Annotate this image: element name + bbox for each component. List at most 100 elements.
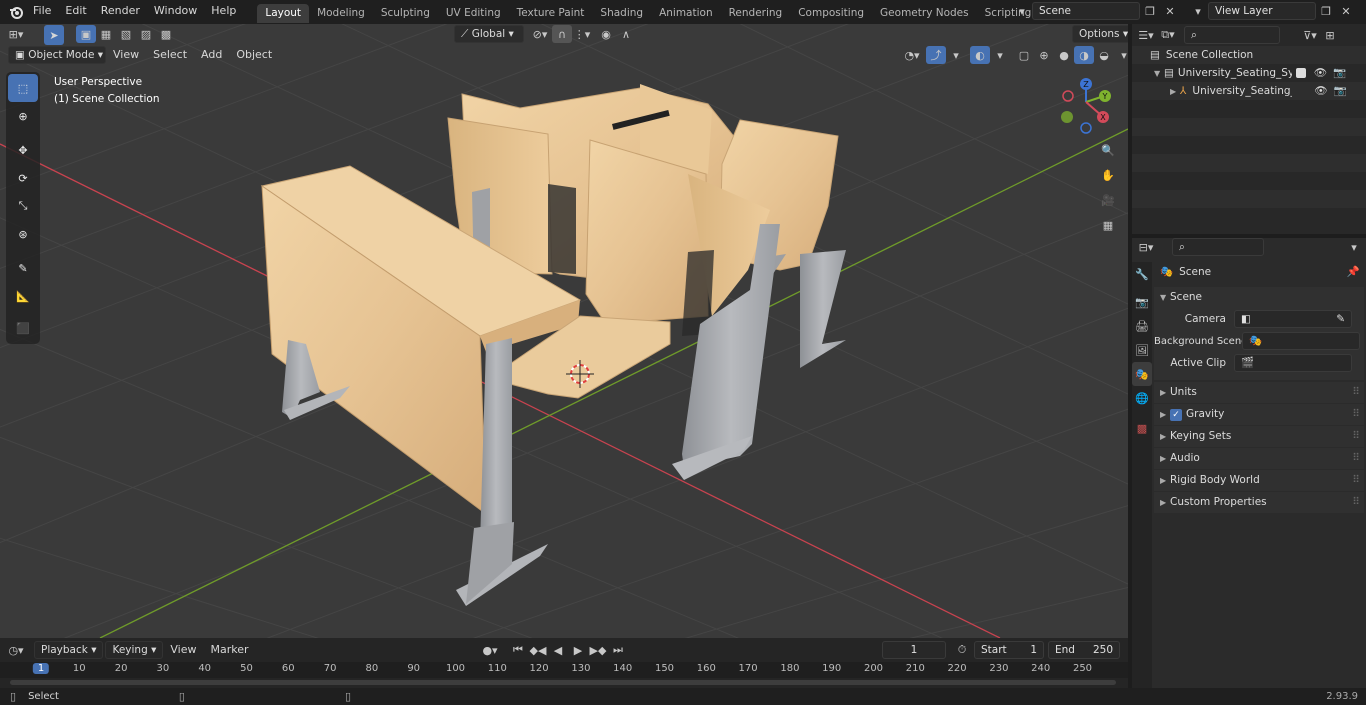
record-icon[interactable]: ●▾ — [480, 641, 500, 659]
keying-sets-panel-header[interactable]: ▶ Keying Sets ⠿ — [1154, 426, 1364, 447]
rotate-tool-icon[interactable]: ⟳ — [8, 164, 38, 192]
outliner-search-input[interactable]: ⌕ — [1184, 26, 1280, 44]
stopwatch-icon[interactable]: ⏱ — [952, 641, 972, 659]
viewport-menu-add[interactable]: Add — [194, 46, 229, 64]
select-extend-icon[interactable]: ▦ — [96, 25, 116, 43]
orientation-dropdown[interactable]: ⟋ Global ▾ — [454, 25, 524, 43]
viewport-menu-select[interactable]: Select — [146, 46, 194, 64]
timeline-scrollbar[interactable] — [10, 680, 1116, 685]
play-icon[interactable]: ▶ — [568, 641, 588, 659]
scene-section-header[interactable]: ▼ Scene — [1154, 287, 1364, 308]
select-new-icon[interactable]: ▣ — [76, 25, 96, 43]
properties-search-input[interactable]: ⌕ — [1172, 238, 1264, 256]
new-scene-icon[interactable]: ❐ — [1140, 2, 1160, 20]
end-frame-field[interactable]: End 250 — [1048, 641, 1120, 659]
annotate-tool-icon[interactable]: ✎ — [8, 254, 38, 282]
tab-animation[interactable]: Animation — [651, 4, 721, 23]
zoom-icon[interactable]: 🔍 — [1096, 138, 1120, 162]
select-subtract-icon[interactable]: ▧ — [116, 25, 136, 43]
new-view-layer-icon[interactable]: ❐ — [1316, 2, 1336, 20]
view-layer-field[interactable]: View Layer — [1208, 2, 1316, 20]
tab-modeling[interactable]: Modeling — [309, 4, 373, 23]
gizmo-dropdown-icon[interactable]: ▾ — [946, 46, 966, 64]
world-tab-icon[interactable]: 🌐 — [1132, 386, 1152, 410]
gravity-panel-header[interactable]: ▶ ✓ Gravity ⠿ — [1154, 404, 1364, 425]
object-render-camera-icon[interactable]: 📷 — [1334, 81, 1347, 102]
render-tab-icon[interactable]: 📷 — [1132, 290, 1152, 314]
properties-editor-icon[interactable]: ⊟▾ — [1136, 238, 1156, 256]
editor-type-icon[interactable]: ⊞▾ — [6, 25, 26, 43]
filter-icon[interactable]: ⊽▾ — [1300, 26, 1320, 44]
view-layer-tab-icon[interactable]: 🖼 — [1132, 338, 1152, 362]
drag-handle-icon[interactable]: ⠿ — [1352, 470, 1360, 491]
delete-scene-icon[interactable]: ✕ — [1160, 2, 1180, 20]
proportional-edit-icon[interactable]: ◉ — [596, 25, 616, 43]
output-tab-icon[interactable]: 🖨 — [1132, 314, 1152, 338]
overlay-dropdown-icon[interactable]: ▾ — [990, 46, 1010, 64]
tab-sculpting[interactable]: Sculpting — [373, 4, 438, 23]
measure-tool-icon[interactable]: 📐 — [8, 282, 38, 310]
tab-shading[interactable]: Shading — [592, 4, 651, 23]
pan-hand-icon[interactable]: ✋ — [1096, 163, 1120, 187]
tab-uv-editing[interactable]: UV Editing — [438, 4, 509, 23]
timeline-menu-marker[interactable]: Marker — [203, 641, 255, 659]
drag-handle-icon[interactable]: ⠿ — [1352, 404, 1360, 425]
texture-tab-icon[interactable]: ▩ — [1132, 416, 1152, 440]
editor-type-selector[interactable]: ⊞▾ — [6, 25, 26, 43]
move-tool-icon[interactable]: ✥ — [8, 136, 38, 164]
material-shading-icon[interactable]: ◑ — [1074, 46, 1094, 64]
select-box-tool-icon[interactable]: ⬚ — [8, 74, 38, 102]
select-tool-toggle[interactable]: ➤ — [44, 25, 64, 45]
gravity-checkbox[interactable]: ✓ — [1170, 408, 1182, 421]
tab-rendering[interactable]: Rendering — [721, 4, 791, 23]
exclude-checkbox-icon[interactable] — [1295, 68, 1306, 78]
shading-dropdown-icon[interactable]: ▾ — [1114, 46, 1128, 64]
transform-tool-icon[interactable]: ⊛ — [8, 220, 38, 248]
rigid-body-panel-header[interactable]: ▶ Rigid Body World ⠿ — [1154, 470, 1364, 491]
jump-end-icon[interactable]: ⏭ — [608, 641, 628, 659]
xray-icon[interactable]: ▢ — [1014, 46, 1034, 64]
scale-tool-icon[interactable]: ⤡ — [8, 192, 38, 220]
properties-options-icon[interactable]: ▾ — [1344, 238, 1364, 256]
gizmo-toggle-icon[interactable]: ⤴ — [926, 46, 946, 64]
expand-right-icon[interactable]: ▶ — [1170, 81, 1180, 102]
outliner-row-collection[interactable]: ▼ ▤ University_Seating_System_S 👁 📷 — [1132, 64, 1366, 82]
expand-down-icon[interactable]: ▼ — [1154, 63, 1164, 84]
drag-handle-icon[interactable]: ⠿ — [1352, 492, 1360, 513]
select-invert-icon[interactable]: ▨ — [136, 25, 156, 43]
snap-target-icon[interactable]: ⋮▾ — [572, 25, 592, 43]
object-visibility-eye-icon[interactable]: 👁 — [1314, 81, 1327, 102]
scene-icon[interactable]: ▾ — [1012, 2, 1032, 20]
menu-render[interactable]: Render — [94, 0, 147, 24]
drag-handle-icon[interactable]: ⠿ — [1352, 448, 1360, 469]
menu-help[interactable]: Help — [204, 0, 243, 24]
keying-menu[interactable]: Keying ▾ — [105, 641, 164, 659]
menu-file[interactable]: File — [26, 0, 58, 24]
tab-geometry-nodes[interactable]: Geometry Nodes — [872, 4, 977, 23]
viewport-menu-object[interactable]: Object — [229, 46, 279, 64]
wireframe-shading-icon[interactable]: ⊕ — [1034, 46, 1054, 64]
overlay-toggle-icon[interactable]: ◐ — [970, 46, 990, 64]
falloff-icon[interactable]: ∧ — [616, 25, 636, 43]
tool-tab-icon[interactable]: 🔧 — [1132, 262, 1152, 286]
background-scene-field[interactable]: 🎭 — [1242, 332, 1360, 350]
display-mode-icon[interactable]: ⧉▾ — [1158, 26, 1178, 44]
menu-window[interactable]: Window — [147, 0, 204, 24]
cursor-tool-icon[interactable]: ⊕ — [8, 102, 38, 130]
navigation-gizmo[interactable]: Z Y X — [1058, 76, 1118, 136]
drag-handle-icon[interactable]: ⠿ — [1352, 382, 1360, 403]
pivot-point-icon[interactable]: ⊘▾ — [530, 25, 550, 43]
custom-properties-panel-header[interactable]: ▶ Custom Properties ⠿ — [1154, 492, 1364, 513]
options-button[interactable]: Options ▾ — [1072, 25, 1128, 43]
3d-viewport[interactable]: ⊞▾ ➤ ▣ ▦ ▧ ▨ ▩ ⟋ Global ▾ ⊘▾ ∩ ⋮▾ ◉ ∧ Op… — [0, 24, 1128, 638]
camera-field[interactable]: ◧ ✎ — [1234, 310, 1352, 328]
tab-compositing[interactable]: Compositing — [790, 4, 872, 23]
camera-view-icon[interactable]: 🎥 — [1096, 188, 1120, 212]
outliner-row-scene-collection[interactable]: ▤ Scene Collection — [1132, 46, 1366, 64]
start-frame-field[interactable]: Start 1 — [974, 641, 1044, 659]
tab-texture-paint[interactable]: Texture Paint — [509, 4, 593, 23]
current-frame-field[interactable]: 1 — [882, 641, 946, 659]
jump-start-icon[interactable]: ⏮ — [508, 641, 528, 659]
visibility-icon[interactable]: ◔▾ — [902, 46, 922, 64]
add-cube-tool-icon[interactable]: ⬛ — [8, 314, 38, 342]
